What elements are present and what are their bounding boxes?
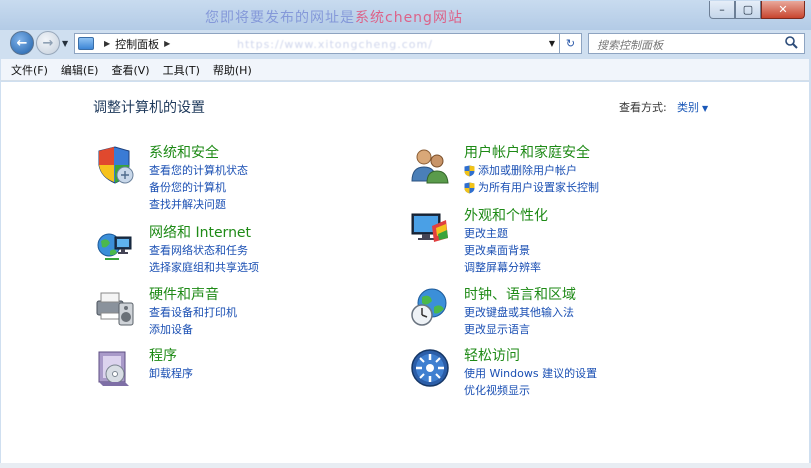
programs-box-icon[interactable] bbox=[95, 348, 135, 388]
breadcrumb-control-panel[interactable]: 控制面板 bbox=[115, 36, 159, 52]
users-icon[interactable] bbox=[410, 145, 450, 185]
link-devices-printers[interactable]: 查看设备和打印机 bbox=[149, 304, 237, 321]
menu-help[interactable]: 帮助(H) bbox=[213, 62, 252, 78]
address-dropdown-icon[interactable]: ▼ bbox=[549, 39, 555, 48]
menu-bar: 文件(F) 编辑(E) 查看(V) 工具(T) 帮助(H) bbox=[1, 59, 809, 81]
link-add-device[interactable]: 添加设备 bbox=[149, 321, 237, 338]
window-controls: – ▢ ✕ bbox=[709, 1, 805, 19]
minimize-button[interactable]: – bbox=[709, 1, 735, 19]
link-desktop-background[interactable]: 更改桌面背景 bbox=[464, 242, 541, 259]
link-change-theme[interactable]: 更改主题 bbox=[464, 225, 541, 242]
printer-speaker-icon[interactable] bbox=[95, 287, 135, 327]
menu-tools[interactable]: 工具(T) bbox=[163, 62, 200, 78]
link-parental-controls[interactable]: 为所有用户设置家长控制 bbox=[464, 179, 599, 196]
category-title-users[interactable]: 用户帐户和家庭安全 bbox=[464, 142, 590, 162]
refresh-button[interactable]: ↻ bbox=[560, 33, 582, 54]
navigation-bar: ← → ▼ ▶ 控制面板 ▶ https://www.xitongcheng.c… bbox=[0, 30, 811, 57]
chevron-down-icon: ▼ bbox=[702, 104, 709, 113]
link-troubleshoot[interactable]: 查找并解决问题 bbox=[149, 196, 248, 213]
category-title-system[interactable]: 系统和安全 bbox=[149, 142, 219, 162]
link-keyboard-input[interactable]: 更改键盘或其他输入法 bbox=[464, 304, 574, 321]
status-bar bbox=[0, 463, 811, 468]
link-add-remove-accounts-label: 添加或删除用户帐户 bbox=[478, 164, 577, 177]
link-screen-resolution[interactable]: 调整屏幕分辨率 bbox=[464, 259, 541, 276]
category-links-programs: 卸载程序 bbox=[149, 365, 193, 382]
forward-button[interactable]: → bbox=[36, 31, 60, 55]
control-panel-icon bbox=[78, 37, 94, 50]
search-input[interactable] bbox=[588, 33, 805, 54]
category-title-hardware[interactable]: 硬件和声音 bbox=[149, 284, 219, 304]
shield-security-icon[interactable] bbox=[95, 145, 135, 185]
recent-pages-dropdown[interactable]: ▼ bbox=[62, 39, 68, 48]
category-title-programs[interactable]: 程序 bbox=[149, 345, 177, 365]
link-view-computer-status[interactable]: 查看您的计算机状态 bbox=[149, 162, 248, 179]
link-add-remove-accounts[interactable]: 添加或删除用户帐户 bbox=[464, 162, 599, 179]
maximize-button[interactable]: ▢ bbox=[735, 1, 761, 19]
back-button[interactable]: ← bbox=[10, 31, 34, 55]
monitor-palette-icon[interactable] bbox=[410, 208, 450, 248]
link-backup-computer[interactable]: 备份您的计算机 bbox=[149, 179, 248, 196]
menu-edit[interactable]: 编辑(E) bbox=[61, 62, 99, 78]
category-links-users: 添加或删除用户帐户 为所有用户设置家长控制 bbox=[464, 162, 599, 196]
view-by-label: 查看方式: bbox=[619, 101, 667, 114]
title-bar: 您即将要发布的网址是系统cheng网站 – ▢ ✕ bbox=[0, 0, 811, 30]
link-view-network-status[interactable]: 查看网络状态和任务 bbox=[149, 242, 259, 259]
close-button[interactable]: ✕ bbox=[761, 1, 805, 19]
uac-shield-icon bbox=[464, 165, 475, 176]
category-title-ease[interactable]: 轻松访问 bbox=[464, 345, 520, 365]
back-arrow-icon: ← bbox=[16, 35, 28, 51]
refresh-icon: ↻ bbox=[565, 37, 576, 50]
category-links-ease: 使用 Windows 建议的设置 优化视频显示 bbox=[464, 365, 597, 399]
view-by-value: 类别 bbox=[677, 101, 699, 114]
menu-view[interactable]: 查看(V) bbox=[111, 62, 149, 78]
link-optimize-video[interactable]: 优化视频显示 bbox=[464, 382, 597, 399]
network-globe-icon[interactable] bbox=[95, 225, 135, 265]
category-title-network[interactable]: 网络和 Internet bbox=[149, 222, 251, 242]
view-by-dropdown[interactable]: 类别 ▼ bbox=[677, 99, 708, 115]
link-homegroup-sharing[interactable]: 选择家庭组和共享选项 bbox=[149, 259, 259, 276]
link-recommended-settings[interactable]: 使用 Windows 建议的设置 bbox=[464, 365, 597, 382]
category-title-clock[interactable]: 时钟、语言和区域 bbox=[464, 284, 576, 304]
ease-of-access-icon[interactable] bbox=[410, 348, 450, 388]
globe-clock-icon[interactable] bbox=[410, 287, 450, 327]
uac-shield-icon bbox=[464, 182, 475, 193]
magnifier-icon[interactable] bbox=[784, 35, 798, 49]
category-links-appearance: 更改主题 更改桌面背景 调整屏幕分辨率 bbox=[464, 225, 541, 276]
content-pane: 调整计算机的设置 查看方式: 类别 ▼ 系统和安全 查看您的计算机状态 备份您的计… bbox=[1, 82, 809, 463]
category-title-appearance[interactable]: 外观和个性化 bbox=[464, 205, 548, 225]
breadcrumb-chevron-icon[interactable]: ▶ bbox=[164, 39, 170, 48]
page-title: 调整计算机的设置 bbox=[93, 100, 205, 116]
menu-file[interactable]: 文件(F) bbox=[11, 62, 48, 78]
address-bar[interactable]: ▶ 控制面板 ▶ https://www.xitongcheng.com/ ▼ bbox=[74, 33, 560, 54]
forward-arrow-icon: → bbox=[42, 35, 54, 51]
address-overlay-text: https://www.xitongcheng.com/ bbox=[237, 38, 433, 51]
breadcrumb-chevron-icon[interactable]: ▶ bbox=[104, 39, 110, 48]
category-links-system: 查看您的计算机状态 备份您的计算机 查找并解决问题 bbox=[149, 162, 248, 213]
link-parental-controls-label: 为所有用户设置家长控制 bbox=[478, 181, 599, 194]
link-display-language[interactable]: 更改显示语言 bbox=[464, 321, 574, 338]
watermark-text: 您即将要发布的网址是系统cheng网站 bbox=[205, 10, 463, 26]
link-uninstall-program[interactable]: 卸载程序 bbox=[149, 365, 193, 382]
category-links-network: 查看网络状态和任务 选择家庭组和共享选项 bbox=[149, 242, 259, 276]
category-links-clock: 更改键盘或其他输入法 更改显示语言 bbox=[464, 304, 574, 338]
category-links-hardware: 查看设备和打印机 添加设备 bbox=[149, 304, 237, 338]
